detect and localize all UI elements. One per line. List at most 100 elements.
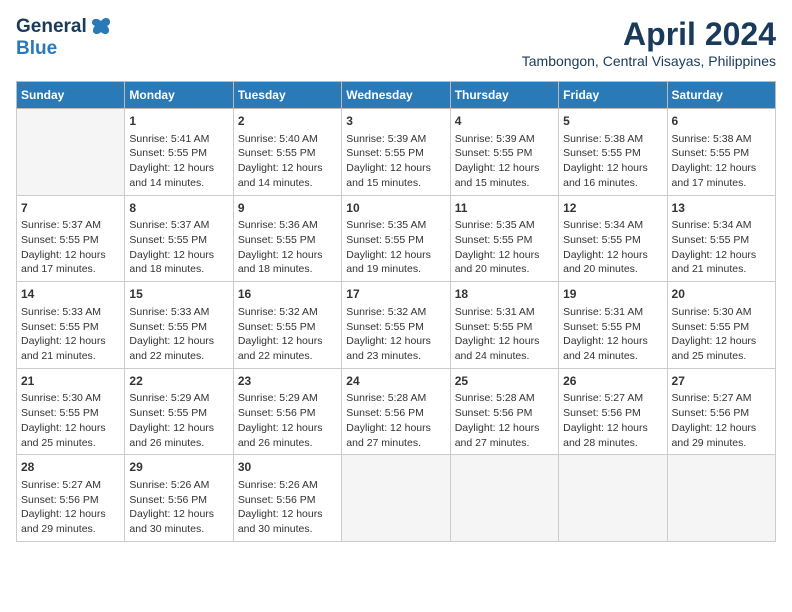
day-info: Sunrise: 5:33 AM Sunset: 5:55 PM Dayligh… xyxy=(21,305,120,364)
day-info: Sunrise: 5:39 AM Sunset: 5:55 PM Dayligh… xyxy=(455,132,554,191)
day-info: Sunrise: 5:40 AM Sunset: 5:55 PM Dayligh… xyxy=(238,132,337,191)
day-number: 25 xyxy=(455,373,554,390)
day-info: Sunrise: 5:31 AM Sunset: 5:55 PM Dayligh… xyxy=(563,305,662,364)
day-info: Sunrise: 5:36 AM Sunset: 5:55 PM Dayligh… xyxy=(238,218,337,277)
day-number: 20 xyxy=(672,286,771,303)
day-info: Sunrise: 5:28 AM Sunset: 5:56 PM Dayligh… xyxy=(346,391,445,450)
day-info: Sunrise: 5:35 AM Sunset: 5:55 PM Dayligh… xyxy=(455,218,554,277)
weekday-header: Sunday xyxy=(17,82,125,109)
day-info: Sunrise: 5:32 AM Sunset: 5:55 PM Dayligh… xyxy=(346,305,445,364)
weekday-header: Thursday xyxy=(450,82,558,109)
calendar-cell: 12Sunrise: 5:34 AM Sunset: 5:55 PM Dayli… xyxy=(559,195,667,282)
calendar-cell xyxy=(450,455,558,542)
day-number: 14 xyxy=(21,286,120,303)
day-number: 29 xyxy=(129,459,228,476)
weekday-header: Tuesday xyxy=(233,82,341,109)
calendar-cell: 2 Sunrise: 5:40 AM Sunset: 5:55 PM Daylig… xyxy=(233,109,341,196)
calendar-cell: 8Sunrise: 5:37 AM Sunset: 5:55 PM Daylig… xyxy=(125,195,233,282)
logo-bird-icon xyxy=(89,17,115,37)
day-info: Sunrise: 5:29 AM Sunset: 5:56 PM Dayligh… xyxy=(238,391,337,450)
calendar-cell: 4 Sunrise: 5:39 AM Sunset: 5:55 PM Daylig… xyxy=(450,109,558,196)
day-number: 17 xyxy=(346,286,445,303)
day-number: 9 xyxy=(238,200,337,217)
calendar-week-row: 1Sunrise: 5:41 AM Sunset: 5:55 PM Daylig… xyxy=(17,109,776,196)
day-number: 8 xyxy=(129,200,228,217)
day-number: 10 xyxy=(346,200,445,217)
day-info: Sunrise: 5:39 AM Sunset: 5:55 PM Dayligh… xyxy=(346,132,445,191)
calendar-cell: 17 Sunrise: 5:32 AM Sunset: 5:55 PM Dayli… xyxy=(342,282,450,369)
calendar-week-row: 14 Sunrise: 5:33 AM Sunset: 5:55 PM Dayli… xyxy=(17,282,776,369)
calendar-table: SundayMondayTuesdayWednesdayThursdayFrid… xyxy=(16,81,776,542)
calendar-cell: 18Sunrise: 5:31 AM Sunset: 5:55 PM Dayli… xyxy=(450,282,558,369)
day-number: 11 xyxy=(455,200,554,217)
day-info: Sunrise: 5:26 AM Sunset: 5:56 PM Dayligh… xyxy=(238,478,337,537)
calendar-cell: 6 Sunrise: 5:38 AM Sunset: 5:55 PM Daylig… xyxy=(667,109,775,196)
calendar-cell: 20Sunrise: 5:30 AM Sunset: 5:55 PM Dayli… xyxy=(667,282,775,369)
day-number: 28 xyxy=(21,459,120,476)
page-header: General Blue April 2024 Tambongon, Centr… xyxy=(16,16,776,69)
day-number: 1 xyxy=(129,113,228,130)
calendar-cell: 21Sunrise: 5:30 AM Sunset: 5:55 PM Dayli… xyxy=(17,368,125,455)
calendar-cell: 30 Sunrise: 5:26 AM Sunset: 5:56 PM Dayli… xyxy=(233,455,341,542)
day-number: 26 xyxy=(563,373,662,390)
day-info: Sunrise: 5:33 AM Sunset: 5:55 PM Dayligh… xyxy=(129,305,228,364)
day-number: 27 xyxy=(672,373,771,390)
day-info: Sunrise: 5:38 AM Sunset: 5:55 PM Dayligh… xyxy=(672,132,771,191)
day-number: 16 xyxy=(238,286,337,303)
page-subtitle: Tambongon, Central Visayas, Philippines xyxy=(522,53,776,69)
weekday-header: Wednesday xyxy=(342,82,450,109)
day-info: Sunrise: 5:29 AM Sunset: 5:55 PM Dayligh… xyxy=(129,391,228,450)
calendar-week-row: 21Sunrise: 5:30 AM Sunset: 5:55 PM Dayli… xyxy=(17,368,776,455)
day-number: 19 xyxy=(563,286,662,303)
calendar-cell: 25Sunrise: 5:28 AM Sunset: 5:56 PM Dayli… xyxy=(450,368,558,455)
day-number: 3 xyxy=(346,113,445,130)
day-number: 24 xyxy=(346,373,445,390)
calendar-cell: 5Sunrise: 5:38 AM Sunset: 5:55 PM Daylig… xyxy=(559,109,667,196)
weekday-header: Saturday xyxy=(667,82,775,109)
calendar-cell: 26Sunrise: 5:27 AM Sunset: 5:56 PM Dayli… xyxy=(559,368,667,455)
day-info: Sunrise: 5:27 AM Sunset: 5:56 PM Dayligh… xyxy=(672,391,771,450)
calendar-cell: 9Sunrise: 5:36 AM Sunset: 5:55 PM Daylig… xyxy=(233,195,341,282)
day-info: Sunrise: 5:37 AM Sunset: 5:55 PM Dayligh… xyxy=(129,218,228,277)
day-number: 21 xyxy=(21,373,120,390)
calendar-cell: 28Sunrise: 5:27 AM Sunset: 5:56 PM Dayli… xyxy=(17,455,125,542)
calendar-cell: 19 Sunrise: 5:31 AM Sunset: 5:55 PM Dayli… xyxy=(559,282,667,369)
day-info: Sunrise: 5:27 AM Sunset: 5:56 PM Dayligh… xyxy=(563,391,662,450)
calendar-cell: 22Sunrise: 5:29 AM Sunset: 5:55 PM Dayli… xyxy=(125,368,233,455)
logo-general: General xyxy=(16,16,87,38)
day-info: Sunrise: 5:28 AM Sunset: 5:56 PM Dayligh… xyxy=(455,391,554,450)
day-number: 30 xyxy=(238,459,337,476)
day-number: 2 xyxy=(238,113,337,130)
calendar-cell: 16 Sunrise: 5:32 AM Sunset: 5:55 PM Dayli… xyxy=(233,282,341,369)
weekday-header: Monday xyxy=(125,82,233,109)
calendar-cell xyxy=(559,455,667,542)
calendar-cell: 3 Sunrise: 5:39 AM Sunset: 5:55 PM Daylig… xyxy=(342,109,450,196)
logo: General Blue xyxy=(16,16,115,60)
calendar-cell: 13Sunrise: 5:34 AM Sunset: 5:55 PM Dayli… xyxy=(667,195,775,282)
calendar-cell: 7Sunrise: 5:37 AM Sunset: 5:55 PM Daylig… xyxy=(17,195,125,282)
calendar-cell: 10Sunrise: 5:35 AM Sunset: 5:55 PM Dayli… xyxy=(342,195,450,282)
logo-blue: Blue xyxy=(16,38,57,59)
page-title: April 2024 xyxy=(522,16,776,53)
weekday-header: Friday xyxy=(559,82,667,109)
day-info: Sunrise: 5:34 AM Sunset: 5:55 PM Dayligh… xyxy=(563,218,662,277)
day-info: Sunrise: 5:30 AM Sunset: 5:55 PM Dayligh… xyxy=(21,391,120,450)
day-number: 15 xyxy=(129,286,228,303)
day-info: Sunrise: 5:26 AM Sunset: 5:56 PM Dayligh… xyxy=(129,478,228,537)
day-number: 13 xyxy=(672,200,771,217)
day-number: 7 xyxy=(21,200,120,217)
calendar-header-row: SundayMondayTuesdayWednesdayThursdayFrid… xyxy=(17,82,776,109)
day-info: Sunrise: 5:35 AM Sunset: 5:55 PM Dayligh… xyxy=(346,218,445,277)
calendar-cell: 27Sunrise: 5:27 AM Sunset: 5:56 PM Dayli… xyxy=(667,368,775,455)
day-number: 4 xyxy=(455,113,554,130)
calendar-cell: 23Sunrise: 5:29 AM Sunset: 5:56 PM Dayli… xyxy=(233,368,341,455)
day-number: 23 xyxy=(238,373,337,390)
calendar-cell: 14 Sunrise: 5:33 AM Sunset: 5:55 PM Dayli… xyxy=(17,282,125,369)
title-block: April 2024 Tambongon, Central Visayas, P… xyxy=(522,16,776,69)
day-number: 6 xyxy=(672,113,771,130)
calendar-cell: 1Sunrise: 5:41 AM Sunset: 5:55 PM Daylig… xyxy=(125,109,233,196)
day-info: Sunrise: 5:32 AM Sunset: 5:55 PM Dayligh… xyxy=(238,305,337,364)
day-number: 5 xyxy=(563,113,662,130)
calendar-week-row: 28Sunrise: 5:27 AM Sunset: 5:56 PM Dayli… xyxy=(17,455,776,542)
day-number: 22 xyxy=(129,373,228,390)
